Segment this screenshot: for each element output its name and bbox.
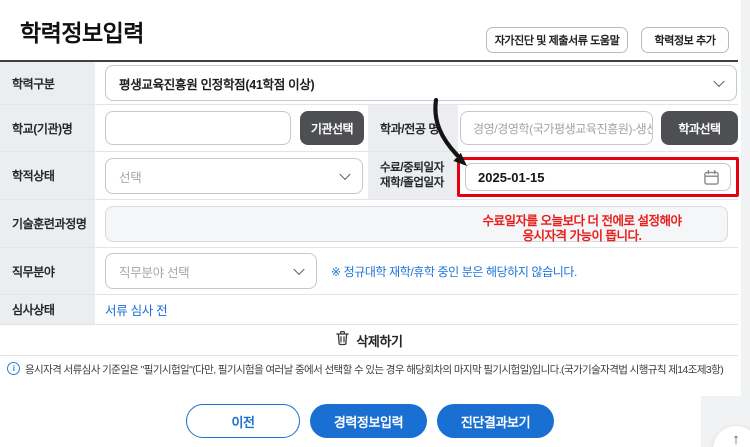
training-course-label: 기술훈련과정명 <box>0 200 95 247</box>
row-school-major: 학교(기관)명 기관선택 학과/전공 명 경영/경영학(국가평생교육진흥원)-생… <box>0 105 738 152</box>
trash-icon <box>335 330 350 351</box>
row-delete: 삭제하기 <box>0 325 738 356</box>
education-info-page: 학력정보입력 자가진단 및 제출서류 도움말 학력정보 추가 학력구분 평생교육… <box>0 0 750 447</box>
date-warning-annotation: 수료일자를 오늘보다 더 전에로 설정해야 응시자격 가능이 뜹니다. <box>482 214 682 243</box>
delete-button[interactable]: 삭제하기 <box>0 325 738 355</box>
date-highlight-annotation: 2025-01-15 <box>457 157 739 197</box>
career-info-button[interactable]: 경력정보입력 <box>310 404 427 438</box>
select-department-button[interactable]: 학과선택 <box>661 111 738 145</box>
row-education-type: 학력구분 평생교육진흥원 인정학점(41학점 이상) <box>0 62 738 105</box>
row-job-field: 직무분야 직무분야 선택 ※ 정규대학 재학/휴학 중인 분은 해당하지 않습니… <box>0 248 738 295</box>
eligibility-notice-text: 응시자격 서류심사 기준일은 "필기시험일"(다만, 필기시험을 여러날 중에서… <box>25 364 724 376</box>
job-field-placeholder: 직무분야 선택 <box>119 265 190 280</box>
select-institution-button[interactable]: 기관선택 <box>300 111 364 145</box>
add-education-info-button[interactable]: 학력정보 추가 <box>641 27 729 53</box>
enrollment-status-placeholder: 선택 <box>119 170 142 185</box>
education-type-value: 평생교육진흥원 인정학점(41학점 이상) <box>119 77 315 92</box>
delete-button-label: 삭제하기 <box>356 333 403 349</box>
diagnosis-result-button[interactable]: 진단결과보기 <box>437 404 554 438</box>
school-name-input[interactable] <box>105 111 291 145</box>
chevron-down-icon <box>713 75 725 88</box>
major-input[interactable]: 경영/경영학(국가평생교육진흥원)-생산관리 <box>460 111 653 145</box>
info-icon: i <box>7 362 20 375</box>
chevron-down-icon <box>339 168 351 181</box>
major-label: 학과/전공 명 <box>368 105 458 151</box>
review-status-label: 심사상태 <box>0 295 95 324</box>
review-status-value: 서류 심사 전 <box>105 304 168 318</box>
page-title: 학력정보입력 <box>20 20 144 46</box>
previous-button[interactable]: 이전 <box>186 404 300 438</box>
bottom-actions: 이전 경력정보입력 진단결과보기 <box>0 404 740 438</box>
self-diagnosis-help-button[interactable]: 자가진단 및 제출서류 도움말 <box>486 27 628 53</box>
date-label: 수료/중퇴일자 재학/졸업일자 <box>368 152 458 199</box>
chevron-down-icon <box>293 263 305 276</box>
eligibility-notice: i 응시자격 서류심사 기준일은 "필기시험일"(다만, 필기시험을 여러날 중… <box>7 362 739 377</box>
job-field-note: ※ 정규대학 재학/휴학 중인 분은 해당하지 않습니다. <box>331 264 577 279</box>
education-type-select[interactable]: 평생교육진흥원 인정학점(41학점 이상) <box>105 65 737 101</box>
school-name-label: 학교(기관)명 <box>0 105 95 151</box>
date-input[interactable]: 2025-01-15 <box>465 163 731 191</box>
calendar-icon[interactable] <box>703 169 720 189</box>
date-value: 2025-01-15 <box>478 169 545 185</box>
row-review-status: 심사상태 서류 심사 전 <box>0 295 738 325</box>
job-field-select[interactable]: 직무분야 선택 <box>105 253 317 289</box>
job-field-label: 직무분야 <box>0 248 95 294</box>
education-type-label: 학력구분 <box>0 62 95 104</box>
arrow-up-icon: ↑ <box>732 431 740 447</box>
enrollment-status-select[interactable]: 선택 <box>105 158 363 194</box>
row-status-date: 학적상태 선택 수료/중퇴일자 재학/졸업일자 2025-01-15 <box>0 152 739 200</box>
enrollment-status-label: 학적상태 <box>0 152 95 199</box>
